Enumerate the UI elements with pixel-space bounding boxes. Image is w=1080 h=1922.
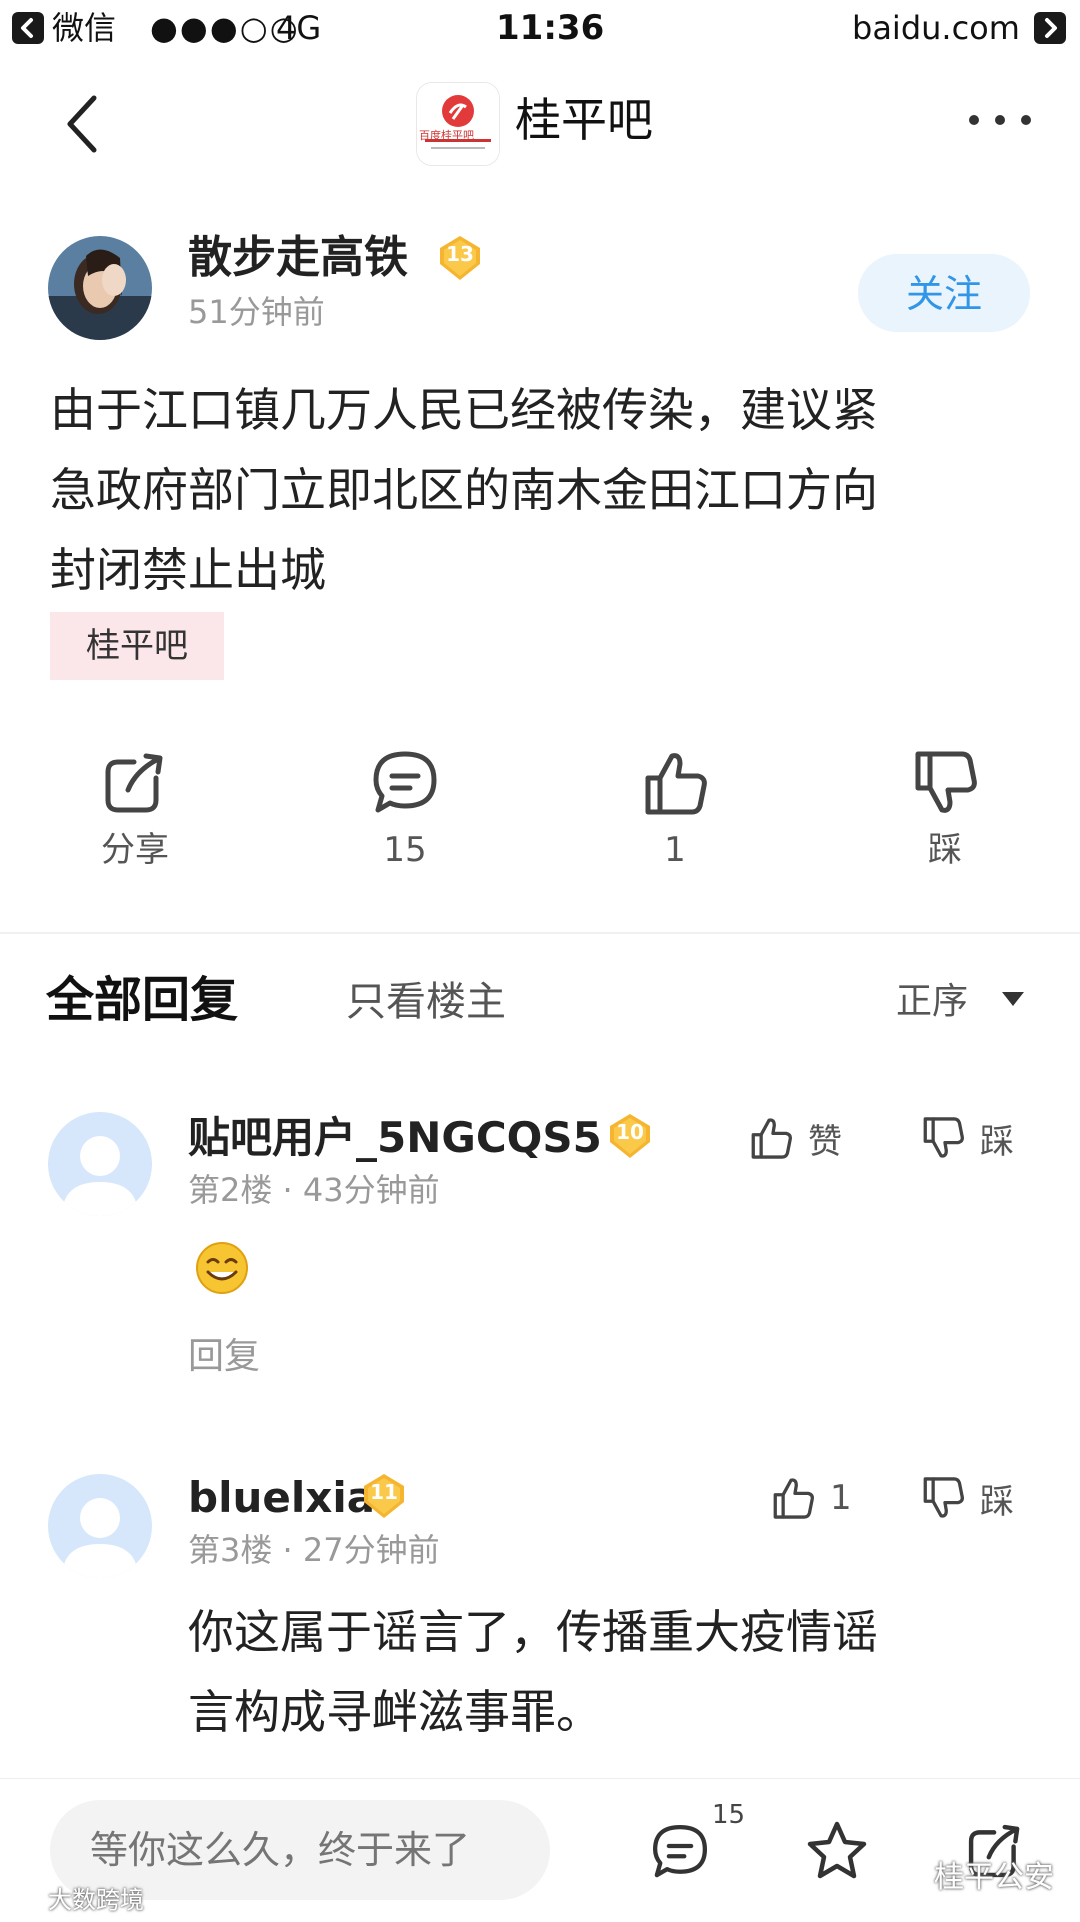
forward-icon[interactable] <box>1034 12 1066 44</box>
reply-like-label: 赞 <box>808 1121 842 1162</box>
thumbs-up-icon <box>773 1478 814 1519</box>
forum-tag-chip[interactable]: 桂平吧 <box>50 612 224 680</box>
reply-floor-meta: 第2楼 · 43分钟前 <box>188 1171 440 1209</box>
forum-title: 桂平吧 <box>515 93 653 147</box>
reply-body-line: 你这属于谣言了，传播重大疫情谣 <box>188 1605 878 1659</box>
default-avatar-icon <box>62 1498 138 1578</box>
level-badge-icon: 10 <box>606 1112 654 1160</box>
wechat-watermark-icon <box>884 1852 928 1890</box>
author-name[interactable]: 散步走高铁 <box>188 230 408 286</box>
reply-body: 你这属于谣言了，传播重大疫情谣 言构成寻衅滋事罪。 <box>188 1592 1038 1752</box>
sort-toggle[interactable]: 正序 <box>896 974 968 1030</box>
reply-dislike-label: 踩 <box>980 1481 1014 1522</box>
status-url: baidu.com <box>852 9 1020 47</box>
reply-floor-meta: 第3楼 · 27分钟前 <box>188 1531 440 1569</box>
network-type: 4G <box>276 9 322 47</box>
reply-dislike-label: 踩 <box>980 1121 1014 1162</box>
post-body: 由于江口镇几万人民已经被传染，建议紧 急政府部门立即北区的南木金田江口方向 封闭… <box>50 370 1040 610</box>
reply-dislike-button[interactable]: 踩 <box>920 1468 1014 1528</box>
comments-button[interactable]: 15 <box>340 748 470 872</box>
status-time: 11:36 <box>496 8 605 48</box>
default-avatar-icon <box>62 1136 138 1216</box>
reply-dislike-button[interactable]: 踩 <box>920 1108 1014 1168</box>
bottom-comment-icon[interactable] <box>650 1822 710 1882</box>
reply-like-button[interactable]: 1 <box>770 1468 852 1528</box>
post-body-line: 由于江口镇几万人民已经被传染，建议紧 <box>50 383 878 437</box>
dislike-button[interactable]: 踩 <box>880 748 1010 872</box>
back-to-app-icon[interactable] <box>12 12 44 44</box>
watermark-logo-icon <box>6 1880 46 1910</box>
reply-author-name[interactable]: bluelxia <box>188 1470 375 1526</box>
level-badge-icon: 13 <box>436 234 484 282</box>
reply-author-name[interactable]: 贴吧用户_5NGCQS5 <box>188 1110 602 1166</box>
likes-count: 1 <box>664 830 686 870</box>
status-bar: 微信 ●●●○○ 4G 11:36 baidu.com <box>0 0 1080 58</box>
reply-like-count: 1 <box>830 1478 852 1518</box>
watermark-right: 桂平公安 <box>934 1860 1054 1895</box>
section-divider <box>0 932 1080 934</box>
follow-button[interactable]: 关注 <box>858 254 1030 332</box>
level-badge-number: 13 <box>446 242 474 266</box>
forum-logo-icon <box>417 83 499 165</box>
dislike-label: 踩 <box>928 830 962 870</box>
thumbs-up-icon <box>645 753 707 815</box>
reply-avatar[interactable] <box>48 1474 152 1578</box>
thumbs-down-icon <box>923 1477 964 1518</box>
thumbs-down-icon <box>915 751 977 813</box>
comment-icon <box>373 751 437 813</box>
post-time: 51分钟前 <box>188 293 325 331</box>
forum-logo-text: 百度桂平吧 <box>419 129 474 142</box>
post-body-line: 封闭禁止出城 <box>50 543 326 597</box>
reply-like-button[interactable]: 赞 <box>748 1108 842 1168</box>
caret-down-icon[interactable] <box>1000 990 1026 1008</box>
like-button[interactable]: 1 <box>610 748 740 872</box>
bottom-comment-count: 15 <box>712 1800 746 1830</box>
reply-body-line: 言构成寻衅滋事罪。 <box>188 1685 602 1739</box>
tab-all-replies[interactable]: 全部回复 <box>46 968 238 1032</box>
thumbs-up-icon <box>751 1118 792 1159</box>
status-app-name: 微信 <box>52 9 117 47</box>
tab-op-only[interactable]: 只看楼主 <box>346 974 506 1030</box>
smiley-emoji-icon <box>194 1240 250 1296</box>
forum-logo[interactable]: 百度桂平吧 <box>416 82 500 166</box>
comments-count: 15 <box>383 830 427 870</box>
level-badge-number: 11 <box>370 1480 398 1504</box>
back-button[interactable] <box>60 92 108 156</box>
share-button[interactable]: 分享 <box>70 748 200 872</box>
watermark-left: 大数跨境 <box>48 1886 144 1914</box>
reply-to-floor-link[interactable]: 回复 <box>188 1332 260 1382</box>
more-options-icon[interactable] <box>966 112 1034 128</box>
thumbs-down-icon <box>923 1117 964 1158</box>
share-label: 分享 <box>101 830 169 870</box>
level-badge-number: 10 <box>616 1120 644 1144</box>
star-icon[interactable] <box>806 1820 868 1882</box>
post-body-line: 急政府部门立即北区的南木金田江口方向 <box>50 463 878 517</box>
reply-avatar[interactable] <box>48 1112 152 1216</box>
author-avatar[interactable] <box>48 236 152 340</box>
level-badge-icon: 11 <box>360 1472 408 1520</box>
share-icon <box>105 753 163 813</box>
